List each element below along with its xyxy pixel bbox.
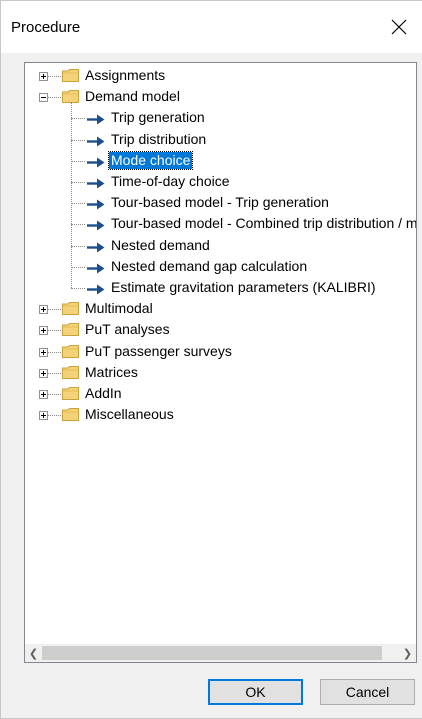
tree-procedure-label: Nested demand: [111, 236, 210, 253]
folder-icon: [62, 344, 79, 358]
tree-procedure-label: Estimate gravitation parameters (KALIBRI…: [111, 279, 376, 295]
folder-icon: [62, 408, 79, 422]
tree-folder-label: Miscellaneous: [85, 406, 174, 423]
arrow-right-icon: [87, 283, 105, 295]
arrow-right-icon: [87, 198, 105, 210]
arrow-right-icon: [87, 241, 105, 253]
tree-folder-label: AddIn: [85, 385, 122, 401]
folder-icon: [62, 69, 79, 82]
tree-folder-row[interactable]: PuT passenger surveys: [25, 342, 416, 363]
tree-folder-row[interactable]: PuT analyses: [25, 320, 416, 341]
collapse-icon[interactable]: [39, 93, 48, 103]
tree-procedure-row[interactable]: Tour-based model - Trip generation: [25, 193, 416, 214]
tree-folder-row[interactable]: Miscellaneous: [25, 405, 416, 426]
tree-folder-label: Assignments: [85, 67, 166, 83]
tree-connector: [71, 245, 85, 247]
tree-procedure-row[interactable]: Nested demand gap calculation: [25, 257, 416, 278]
expand-icon[interactable]: [39, 411, 48, 421]
tree-procedure-label: Nested demand gap calculation: [111, 257, 308, 274]
tree-folder-label: Matrices: [85, 363, 138, 380]
arrow-right-icon: [87, 135, 105, 147]
close-icon: [391, 19, 407, 35]
procedure-dialog: Procedure ❮ ❯ Assignments Demand model Tri…: [0, 0, 422, 719]
folder-icon: [62, 90, 79, 104]
tree-connector: [48, 415, 61, 417]
folder-icon: [62, 387, 79, 400]
scroll-left-icon[interactable]: ❮: [25, 644, 42, 662]
dialog-title: Procedure: [11, 19, 81, 36]
tree-procedure-row[interactable]: Tour-based model - Combined trip distrib…: [25, 214, 416, 235]
tree-connector: [71, 118, 85, 120]
expand-icon[interactable]: [39, 326, 48, 336]
tree-connector: [71, 139, 85, 141]
expand-icon[interactable]: [39, 305, 48, 315]
tree-connector: [71, 182, 85, 183]
folder-icon: [62, 365, 79, 379]
arrow-right-icon: [87, 262, 105, 274]
horizontal-scrollbar[interactable]: ❮ ❯: [25, 644, 416, 662]
tree-connector: [48, 394, 61, 395]
tree-connector: [48, 330, 61, 332]
expand-icon[interactable]: [39, 368, 48, 378]
tree-folder-label: Multimodal: [85, 300, 153, 317]
tree-procedure-label: Tour-based model - Trip generation: [111, 194, 329, 211]
folder-icon: [62, 323, 79, 337]
tree-folder-row[interactable]: AddIn: [25, 384, 416, 405]
tree-folder-row[interactable]: Assignments: [25, 66, 416, 87]
tree-folder-row[interactable]: Demand model: [25, 87, 416, 108]
tree-procedure-row[interactable]: Trip generation: [25, 108, 416, 129]
tree-connector: [71, 266, 85, 268]
tree-procedure-label: Trip generation: [111, 109, 205, 126]
arrow-right-icon: [87, 156, 105, 168]
tree-connector: [48, 309, 61, 311]
tree-connector: [71, 203, 85, 205]
tree-connector: [71, 224, 85, 226]
tree-procedure-row[interactable]: Time-of-day choice: [25, 172, 416, 193]
tree-procedure-label: Mode choice: [107, 150, 194, 170]
tree-procedure-row[interactable]: Mode choice: [25, 150, 416, 172]
expand-icon[interactable]: [39, 72, 48, 81]
tree-folder-label: PuT analyses: [85, 321, 170, 338]
cancel-button[interactable]: Cancel: [320, 679, 415, 705]
folder-icon: [62, 302, 79, 316]
scrollbar-thumb[interactable]: [42, 646, 382, 660]
tree-procedure-row[interactable]: Nested demand: [25, 236, 416, 257]
tree-folder-row[interactable]: Multimodal: [25, 299, 416, 320]
arrow-right-icon: [87, 177, 105, 189]
expand-icon[interactable]: [39, 390, 48, 399]
tree-connector: [71, 160, 85, 162]
close-button[interactable]: [376, 1, 422, 53]
tree-connector: [48, 97, 61, 99]
tree-procedure-row[interactable]: Estimate gravitation parameters (KALIBRI…: [25, 278, 416, 299]
tree-connector: [48, 76, 61, 77]
expand-icon[interactable]: [39, 347, 48, 357]
tree-procedure-row[interactable]: Trip distribution: [25, 130, 416, 151]
title-bar: Procedure: [1, 1, 422, 53]
procedure-tree[interactable]: ❮ ❯ Assignments Demand model Trip generati…: [24, 62, 417, 663]
tree-connector: [48, 351, 61, 353]
scroll-right-icon[interactable]: ❯: [399, 644, 416, 662]
tree-folder-label: PuT passenger surveys: [85, 342, 232, 359]
ok-button[interactable]: OK: [208, 679, 303, 705]
arrow-right-icon: [87, 113, 105, 125]
tree-procedure-label: Time-of-day choice: [111, 173, 230, 189]
tree-procedure-label: Trip distribution: [111, 130, 207, 147]
tree-folder-row[interactable]: Matrices: [25, 363, 416, 384]
tree-procedure-label: Tour-based model - Combined trip distrib…: [111, 215, 417, 232]
arrow-right-icon: [87, 219, 105, 231]
tree-connector: [71, 102, 72, 288]
tree-connector: [48, 372, 61, 374]
tree-connector: [71, 288, 85, 289]
tree-folder-label: Demand model: [85, 88, 180, 105]
